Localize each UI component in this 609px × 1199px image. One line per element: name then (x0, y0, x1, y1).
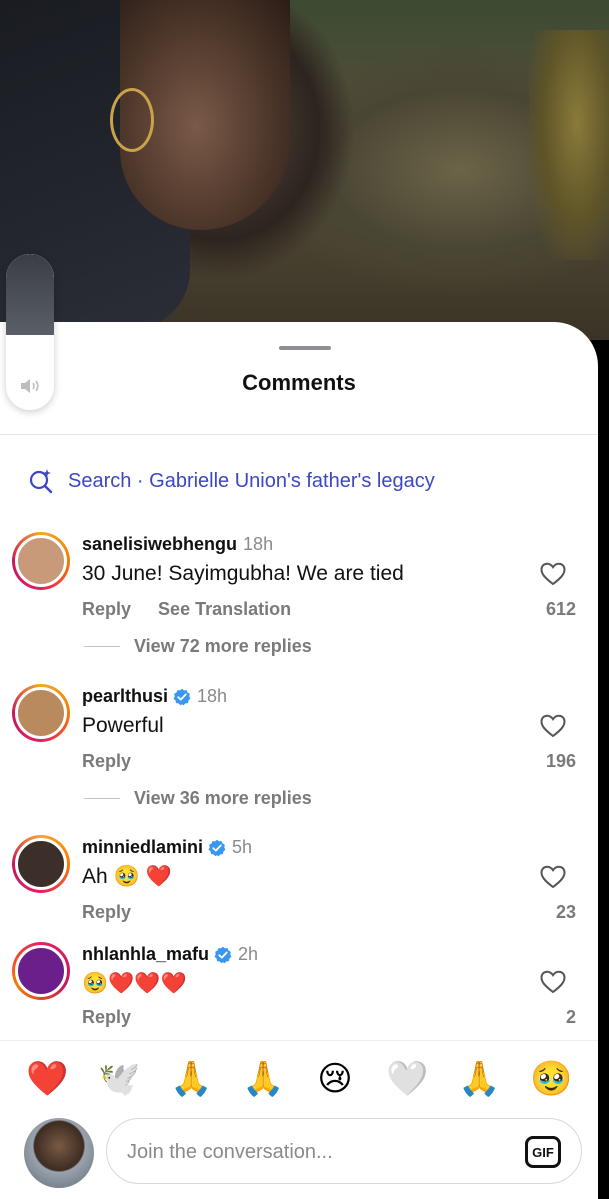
speaker-icon (21, 379, 39, 393)
like-count: 612 (545, 599, 576, 619)
avatar[interactable] (12, 942, 70, 1000)
reply-button[interactable]: Reply (82, 599, 131, 619)
comment-username[interactable]: sanelisiwebhengu (82, 534, 237, 555)
comment-username[interactable]: minniedlamini (82, 837, 203, 858)
like-count: 2 (565, 1007, 576, 1027)
comment-text: 🥹❤️❤️❤️ (82, 972, 187, 995)
avatar[interactable] (12, 532, 70, 590)
verified-badge-icon (208, 839, 226, 856)
avatar[interactable] (12, 835, 70, 893)
emoji-red-heart[interactable]: ❤️ (26, 1062, 68, 1096)
see-translation-button[interactable]: See Translation (158, 599, 291, 619)
comment-input[interactable] (127, 1137, 507, 1167)
sheet-title: Comments (242, 370, 356, 395)
heart-icon[interactable] (540, 714, 566, 738)
reply-button[interactable]: Reply (82, 1007, 131, 1027)
emoji-folded-hands[interactable]: 🙏 (458, 1062, 500, 1096)
heart-icon[interactable] (540, 865, 566, 889)
emoji-crying-face[interactable]: 😢 (314, 1062, 356, 1096)
heart-icon[interactable] (540, 562, 566, 586)
heart-icon[interactable] (540, 970, 566, 994)
avatar-image (15, 535, 67, 587)
comments-sheet: Comments Search · Gabrielle Union's fath… (0, 322, 598, 1199)
volume-slider[interactable] (6, 254, 54, 410)
emoji-white-heart[interactable]: 🤍 (386, 1062, 428, 1096)
divider (0, 434, 598, 435)
replies-line (84, 646, 120, 647)
avatar[interactable] (12, 684, 70, 742)
comment-time: 5h (232, 837, 253, 857)
comment-text: Powerful (82, 714, 164, 737)
comment-input-container[interactable]: GIF (106, 1118, 582, 1184)
current-user-avatar[interactable] (24, 1118, 94, 1188)
avatar-image (15, 687, 67, 739)
volume-slider-track (6, 254, 54, 335)
video-earring (110, 88, 154, 152)
avatar-image (15, 838, 67, 890)
related-search-text: Search · Gabrielle Union's father's lega… (68, 469, 435, 492)
view-replies-button[interactable]: View 72 more replies (84, 636, 312, 657)
sheet-grabber[interactable] (279, 346, 331, 350)
comment-text: 30 June! Sayimgubha! We are tied (82, 562, 404, 585)
reply-button[interactable]: Reply (82, 902, 131, 922)
video-leaf (529, 30, 609, 260)
reply-button[interactable]: Reply (82, 751, 131, 771)
video-frame[interactable] (0, 0, 609, 340)
comment-text: Ah 🥹 ❤️ (82, 865, 172, 888)
comment-username[interactable]: pearlthusi (82, 686, 168, 707)
view-replies-label: View 36 more replies (134, 788, 312, 808)
replies-line (84, 798, 120, 799)
avatar-image (15, 945, 67, 997)
comment-composer: GIF (0, 1116, 598, 1199)
comment-username[interactable]: nhlanhla_mafu (82, 944, 209, 965)
emoji-dove[interactable]: 🕊️ (98, 1062, 140, 1096)
verified-badge-icon (173, 688, 191, 705)
related-search-link[interactable]: Search · Gabrielle Union's father's lega… (28, 466, 435, 496)
verified-badge-icon (214, 946, 232, 963)
comment-time: 18h (197, 686, 228, 706)
view-replies-button[interactable]: View 36 more replies (84, 788, 312, 809)
comment-time: 2h (238, 944, 259, 964)
emoji-reaction-bar: ❤️ 🕊️ 🙏 🙏 😢 🤍 🙏 🥹 (0, 1040, 598, 1116)
comment-time: 18h (243, 534, 274, 554)
like-count: 23 (555, 902, 576, 922)
gif-button[interactable]: GIF (525, 1136, 561, 1168)
search-sparkle-icon (29, 469, 53, 494)
emoji-folded-hands[interactable]: 🙏 (170, 1062, 212, 1096)
view-replies-label: View 72 more replies (134, 636, 312, 656)
emoji-pleading-face[interactable]: 🥹 (530, 1062, 572, 1096)
like-count: 196 (545, 751, 576, 771)
emoji-folded-hands[interactable]: 🙏 (242, 1062, 284, 1096)
